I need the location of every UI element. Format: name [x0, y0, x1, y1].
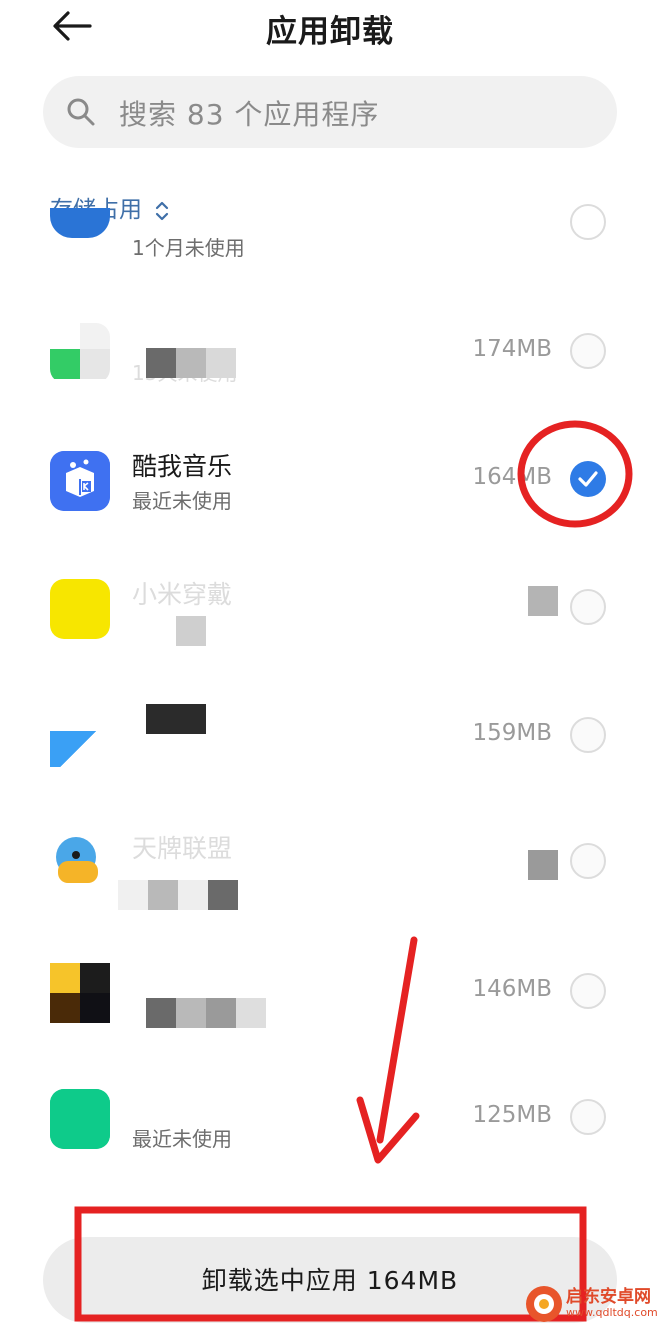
header: 应用卸载: [0, 0, 660, 60]
redacted-block: [146, 348, 236, 378]
app-icon: [50, 833, 110, 893]
app-row[interactable]: 天牌联盟: [0, 806, 660, 926]
redacted-block: [176, 616, 206, 646]
app-row[interactable]: 15天未使用 174MB: [0, 296, 660, 416]
app-icon: [50, 323, 110, 383]
select-checkbox[interactable]: [570, 589, 606, 625]
search-placeholder: 搜索 83 个应用程序: [119, 98, 380, 131]
redacted-block: [146, 704, 206, 734]
select-checkbox[interactable]: [570, 1099, 606, 1135]
select-checkbox[interactable]: [570, 717, 606, 753]
watermark-url: www.qdltdq.com: [566, 1306, 658, 1319]
redacted-block: [528, 586, 558, 616]
app-size: 174MB: [472, 336, 552, 362]
app-icon: [50, 707, 110, 767]
app-name: 小米穿戴: [132, 580, 233, 609]
app-name: 天牌联盟: [132, 834, 233, 863]
app-row[interactable]: 159MB: [0, 680, 660, 800]
app-size: 159MB: [472, 720, 552, 746]
app-name: 酷我音乐: [132, 452, 233, 481]
app-size: 146MB: [472, 976, 552, 1002]
check-icon: [578, 471, 598, 487]
app-icon: [50, 451, 110, 511]
select-checkbox[interactable]: [570, 204, 606, 240]
watermark-logo-icon: [526, 1286, 562, 1322]
app-size: 164MB: [472, 464, 552, 490]
music-box-icon: [50, 451, 110, 511]
app-row[interactable]: 酷我音乐 最近未使用 164MB: [0, 424, 660, 544]
app-icon: [50, 579, 110, 639]
watermark-text: 启东安卓网: [566, 1287, 651, 1307]
app-icon: [50, 1089, 110, 1149]
app-usage: 1个月未使用: [132, 236, 245, 260]
app-icon: [50, 208, 110, 238]
app-row[interactable]: 小米穿戴: [0, 552, 660, 672]
select-checkbox[interactable]: [570, 461, 606, 497]
search-input[interactable]: 搜索 83 个应用程序: [43, 76, 617, 148]
app-usage: 最近未使用: [132, 489, 232, 513]
redacted-block: [146, 998, 266, 1028]
app-icon: [50, 963, 110, 1023]
redacted-block: [118, 880, 238, 910]
app-row[interactable]: 最近未使用 125MB: [0, 1062, 660, 1182]
select-checkbox[interactable]: [570, 843, 606, 879]
app-row[interactable]: 1个月未使用: [0, 180, 660, 280]
redacted-block: [528, 850, 558, 880]
app-row[interactable]: 146MB: [0, 936, 660, 1056]
select-checkbox[interactable]: [570, 973, 606, 1009]
select-checkbox[interactable]: [570, 333, 606, 369]
page-title: 应用卸载: [266, 14, 394, 50]
app-size: 125MB: [472, 1102, 552, 1128]
search-icon: [67, 98, 95, 126]
watermark: 启东安卓网 www.qdltdq.com: [522, 1280, 660, 1328]
app-usage: 最近未使用: [132, 1127, 232, 1151]
